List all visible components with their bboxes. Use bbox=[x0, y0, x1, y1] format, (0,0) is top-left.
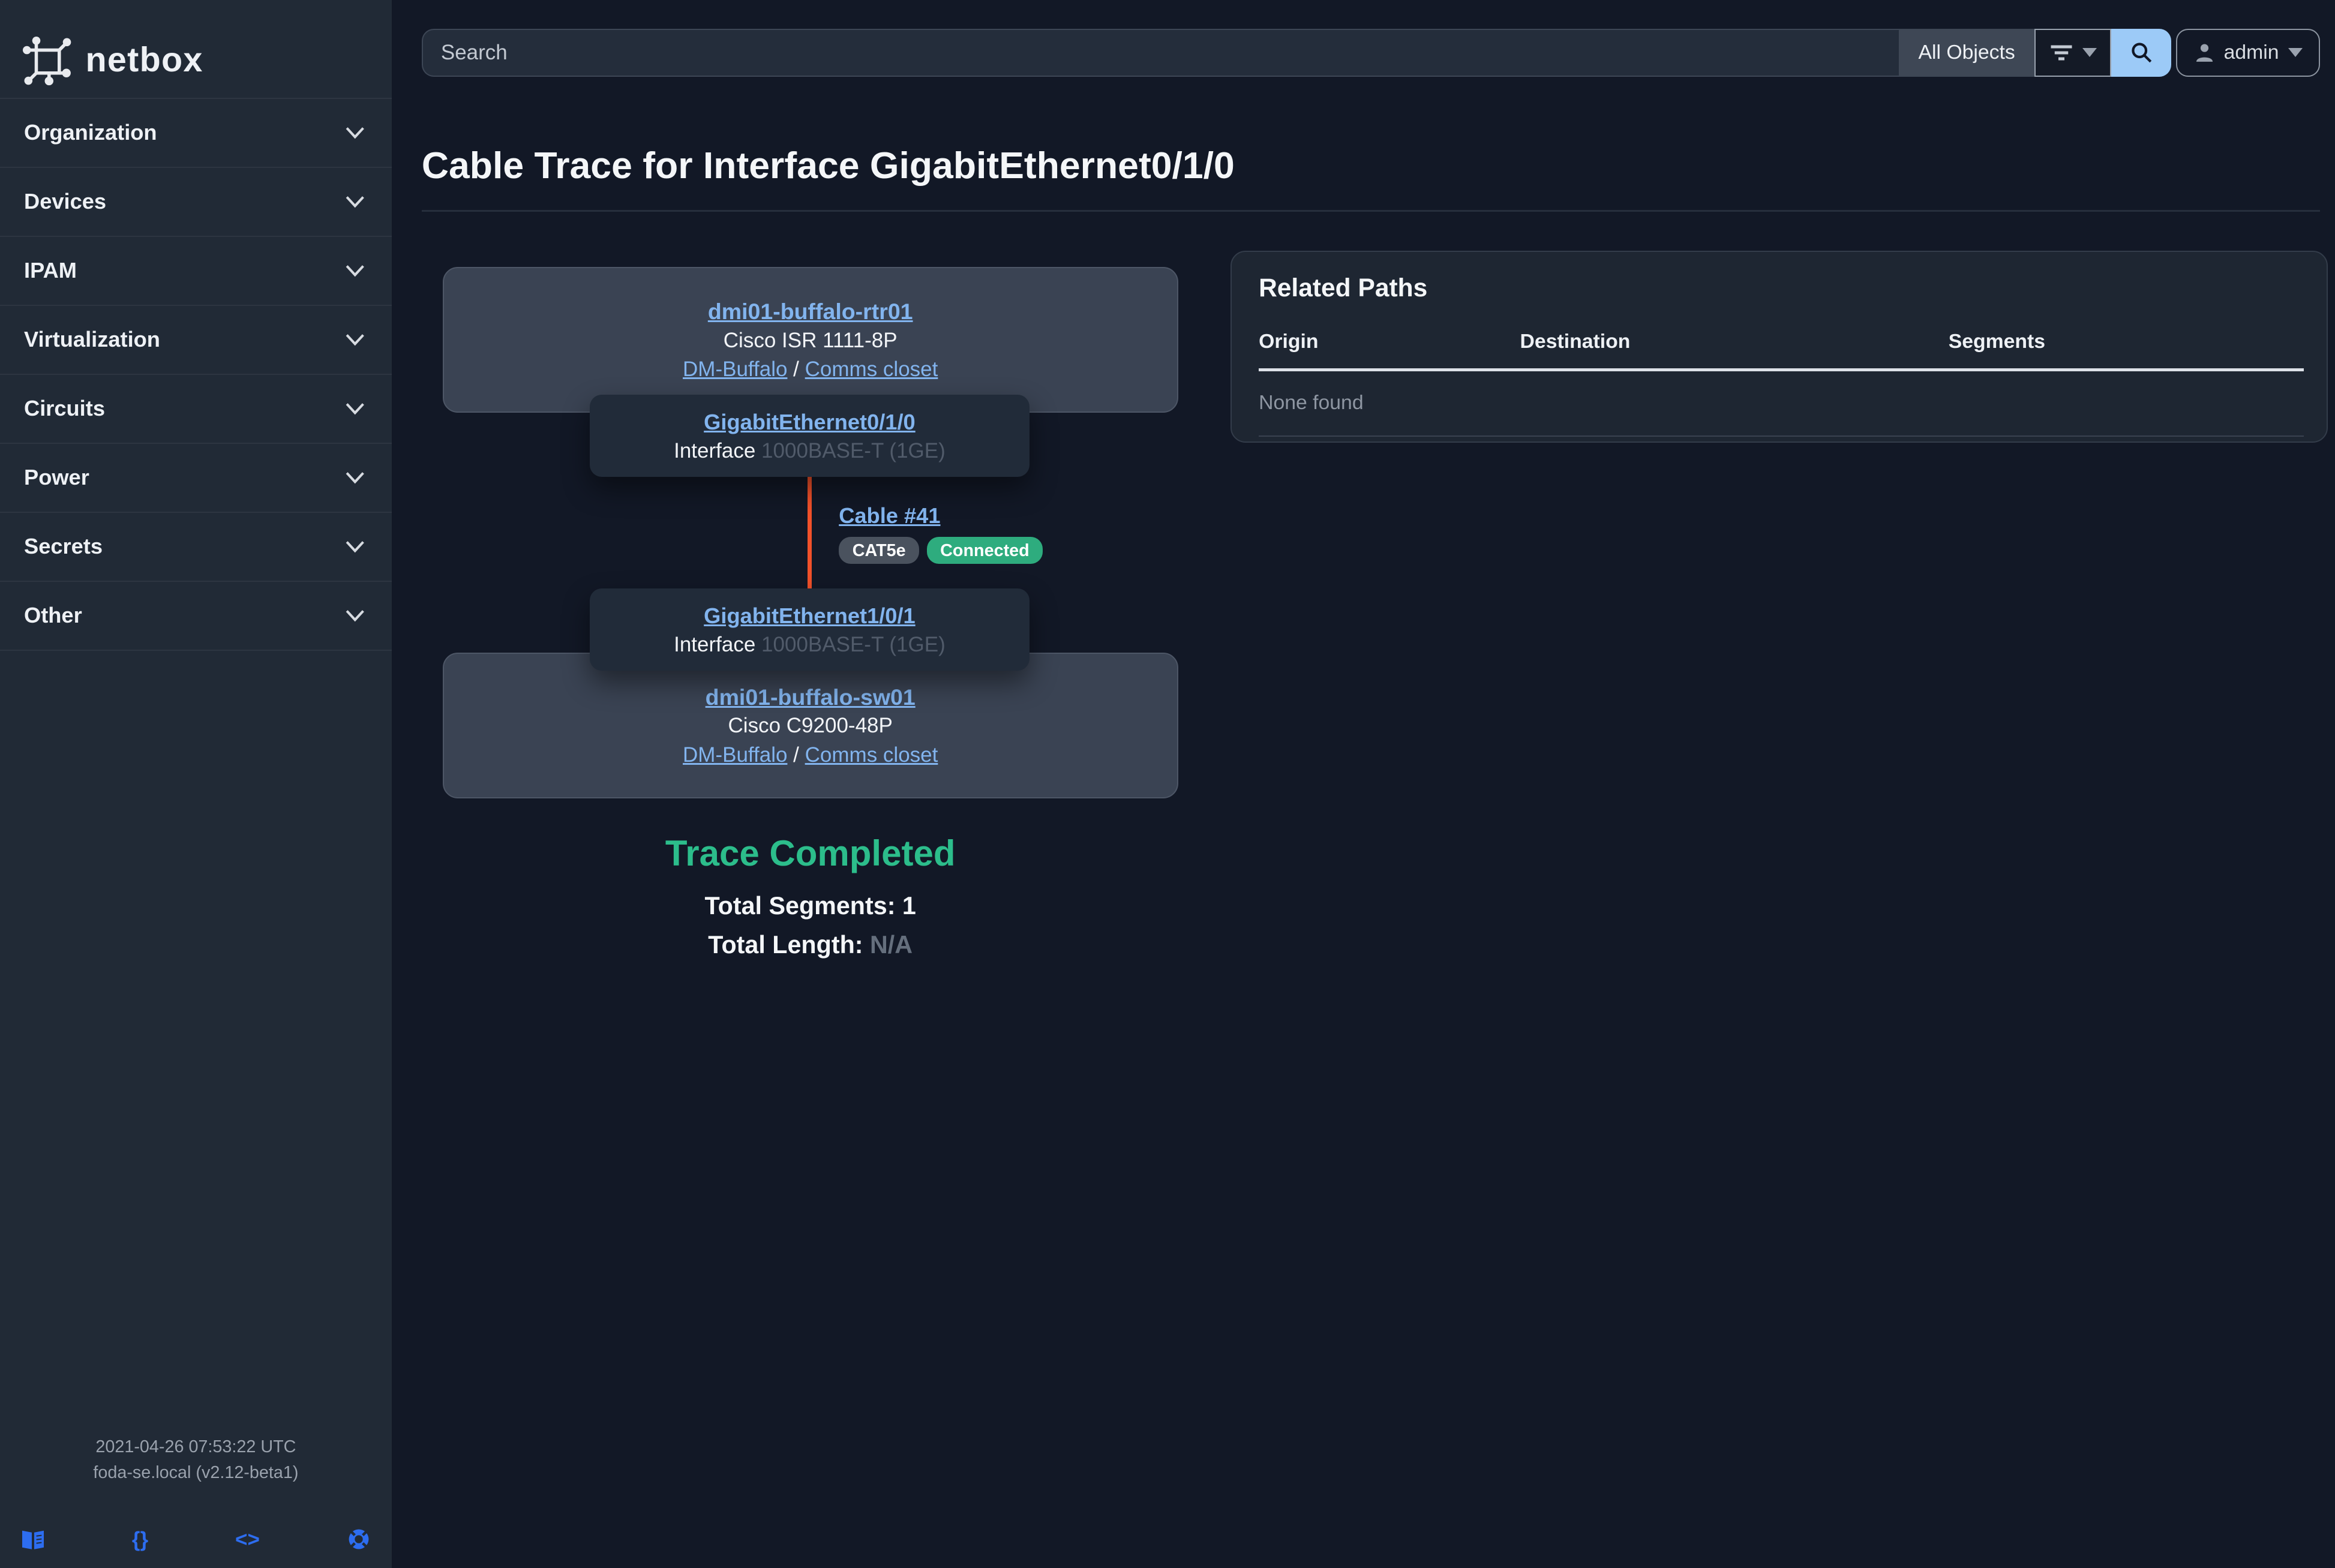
table-row: None found bbox=[1259, 370, 2304, 436]
column-header-origin: Origin bbox=[1259, 330, 1520, 370]
empty-state-text: None found bbox=[1259, 370, 2304, 436]
chevron-down-icon bbox=[344, 470, 367, 485]
user-icon bbox=[2194, 42, 2215, 63]
trace-interface-far: GigabitEthernet1/0/1 Interface 1000BASE-… bbox=[590, 588, 1030, 671]
interface-link[interactable]: GigabitEthernet1/0/1 bbox=[704, 603, 916, 628]
related-paths-card: Related Paths Origin Destination Segment… bbox=[1230, 251, 2327, 443]
chevron-down-icon bbox=[344, 194, 367, 209]
column-header-segments: Segments bbox=[1949, 330, 2304, 370]
sidebar-item-other[interactable]: Other bbox=[0, 582, 392, 651]
related-paths-table: Origin Destination Segments None found bbox=[1259, 330, 2304, 437]
sidebar: netbox Organization Devices IPAM Virtual… bbox=[0, 0, 392, 1568]
trace-interface-near: GigabitEthernet0/1/0 Interface 1000BASE-… bbox=[590, 395, 1030, 477]
help-lifering-icon[interactable] bbox=[347, 1527, 371, 1551]
sidebar-item-virtualization[interactable]: Virtualization bbox=[0, 306, 392, 375]
sidebar-item-secrets[interactable]: Secrets bbox=[0, 513, 392, 582]
search-filter-button[interactable] bbox=[2034, 29, 2111, 77]
trace-completed-text: Trace Completed bbox=[443, 830, 1178, 878]
sidebar-item-organization[interactable]: Organization bbox=[0, 99, 392, 168]
sidebar-item-devices[interactable]: Devices bbox=[0, 168, 392, 237]
location-link[interactable]: Comms closet bbox=[805, 358, 938, 381]
chevron-down-icon bbox=[344, 125, 367, 140]
cable-trace-line bbox=[808, 477, 812, 593]
site-link[interactable]: DM-Buffalo bbox=[683, 358, 787, 381]
sidebar-item-ipam[interactable]: IPAM bbox=[0, 237, 392, 306]
footer-timestamp: 2021-04-26 07:53:22 UTC bbox=[0, 1434, 392, 1460]
search-input[interactable] bbox=[422, 29, 1899, 77]
sidebar-footer: 2021-04-26 07:53:22 UTC foda-se.local (v… bbox=[0, 1434, 392, 1568]
chevron-down-icon bbox=[344, 263, 367, 278]
chevron-down-icon bbox=[344, 539, 367, 554]
site-link[interactable]: DM-Buffalo bbox=[683, 743, 787, 767]
device-link[interactable]: dmi01-buffalo-rtr01 bbox=[708, 299, 913, 324]
sidebar-item-power[interactable]: Power bbox=[0, 444, 392, 513]
user-menu-button[interactable]: admin bbox=[2176, 29, 2320, 77]
netbox-logo-icon bbox=[21, 35, 72, 86]
trace-device-far: dmi01-buffalo-sw01 Cisco C9200-48P DM-Bu… bbox=[443, 653, 1178, 798]
trace-device-near: dmi01-buffalo-rtr01 Cisco ISR 1111-8P DM… bbox=[443, 267, 1178, 413]
interface-link[interactable]: GigabitEthernet0/1/0 bbox=[704, 410, 916, 434]
sidebar-nav: Organization Devices IPAM Virtualization… bbox=[0, 98, 392, 651]
total-segments-value: 1 bbox=[902, 892, 916, 920]
caret-down-icon bbox=[2082, 48, 2097, 57]
search-icon bbox=[2130, 41, 2153, 64]
cable-status-badge: Connected bbox=[927, 537, 1043, 564]
device-link[interactable]: dmi01-buffalo-sw01 bbox=[706, 684, 916, 710]
search-scope-selector[interactable]: All Objects bbox=[1899, 29, 2034, 77]
global-search: All Objects bbox=[422, 29, 2172, 77]
search-submit-button[interactable] bbox=[2111, 29, 2171, 77]
column-header-destination: Destination bbox=[1520, 330, 1949, 370]
filter-icon bbox=[2049, 44, 2073, 62]
chevron-down-icon bbox=[344, 332, 367, 347]
cable-link[interactable]: Cable #41 bbox=[839, 503, 940, 528]
title-divider bbox=[422, 210, 2320, 212]
related-paths-title: Related Paths bbox=[1259, 274, 2304, 303]
api-braces-icon[interactable]: {} bbox=[132, 1528, 148, 1551]
chevron-down-icon bbox=[344, 608, 367, 623]
brand[interactable]: netbox bbox=[0, 0, 392, 93]
trace-status: Trace Completed Total Segments: 1 Total … bbox=[443, 830, 1178, 965]
code-icon[interactable]: <> bbox=[235, 1528, 260, 1551]
page-title: Cable Trace for Interface GigabitEtherne… bbox=[422, 144, 1235, 187]
netbox-app: netbox Organization Devices IPAM Virtual… bbox=[0, 0, 2335, 1568]
device-model: Cisco ISR 1111-8P bbox=[444, 326, 1177, 356]
caret-down-icon bbox=[2288, 48, 2303, 57]
sidebar-item-circuits[interactable]: Circuits bbox=[0, 375, 392, 444]
brand-name: netbox bbox=[86, 40, 203, 80]
location-link[interactable]: Comms closet bbox=[805, 743, 938, 767]
docs-book-icon[interactable] bbox=[21, 1528, 45, 1551]
cable-type-badge: CAT5e bbox=[839, 537, 919, 564]
cable-info: Cable #41 CAT5e Connected bbox=[839, 501, 1043, 564]
footer-hostname: foda-se.local (v2.12-beta1) bbox=[0, 1460, 392, 1486]
total-length-value: N/A bbox=[870, 931, 913, 959]
chevron-down-icon bbox=[344, 401, 367, 416]
topbar: All Objects bbox=[392, 0, 2335, 105]
device-model: Cisco C9200-48P bbox=[444, 711, 1177, 741]
